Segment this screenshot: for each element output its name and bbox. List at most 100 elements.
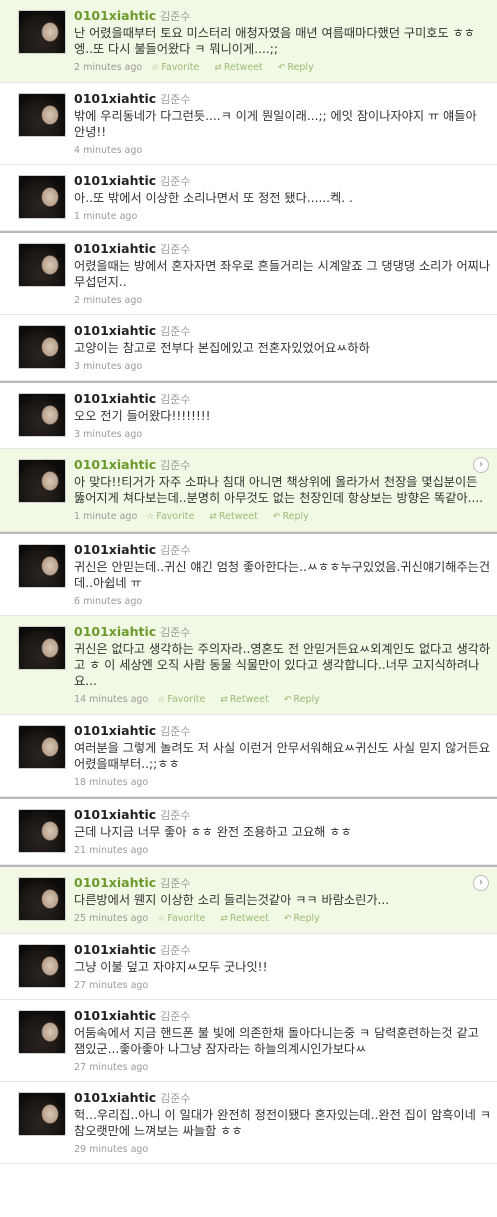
- tweet-item: 0101xiahtic 김준수 근데 나지금 너무 좋아 ㅎㅎ 완전 조용하고 고…: [0, 797, 497, 865]
- tweet-text: 헉...우리집..아니 이 일대가 완전히 정전이됐다 혼자있는데..완전 집이…: [74, 1108, 491, 1138]
- avatar[interactable]: [18, 10, 66, 54]
- retweet-button[interactable]: ⇄ Retweet: [209, 511, 263, 522]
- timestamp-link[interactable]: 3 minutes ago: [74, 429, 142, 440]
- expand-arrow-icon[interactable]: ›: [473, 875, 489, 891]
- retweet-button[interactable]: ⇄ Retweet: [220, 913, 274, 924]
- avatar[interactable]: [18, 725, 66, 769]
- expand-arrow-icon[interactable]: ›: [473, 457, 489, 473]
- retweet-button[interactable]: ⇄ Retweet: [214, 62, 268, 73]
- timestamp-link[interactable]: 1 minute ago: [74, 211, 137, 222]
- timestamp-link[interactable]: 18 minutes ago: [74, 777, 148, 788]
- avatar[interactable]: [18, 1010, 66, 1054]
- timestamp-link[interactable]: 1 minute ago: [74, 511, 137, 522]
- tweet-header: 0101xiahtic 김준수: [74, 391, 491, 407]
- tweet-text: 밖에 우리동네가 다그런듯....ㅋ 이게 뭔일이래...;; 에잇 잠이나자야…: [74, 109, 477, 139]
- timestamp-link[interactable]: 2 minutes ago: [74, 62, 142, 73]
- avatar[interactable]: [18, 877, 66, 921]
- avatar[interactable]: [18, 809, 66, 853]
- username-link[interactable]: 0101xiahtic: [74, 241, 156, 256]
- username-link[interactable]: 0101xiahtic: [74, 875, 156, 890]
- tweet-header: 0101xiahtic 김준수: [74, 1090, 491, 1106]
- username-link[interactable]: 0101xiahtic: [74, 8, 156, 23]
- timestamp-link[interactable]: 25 minutes ago: [74, 913, 148, 924]
- retweet-button[interactable]: ⇄ Retweet: [220, 694, 274, 705]
- retweet-label: Retweet: [223, 62, 263, 73]
- tweet-header: 0101xiahtic 김준수: [74, 457, 491, 473]
- tweet-header: 0101xiahtic 김준수: [74, 624, 491, 640]
- username-link[interactable]: 0101xiahtic: [74, 807, 156, 822]
- username-link[interactable]: 0101xiahtic: [74, 323, 156, 338]
- reply-label: Reply: [293, 694, 320, 705]
- reply-icon: ↶: [283, 695, 292, 705]
- avatar[interactable]: [18, 626, 66, 670]
- reply-button[interactable]: ↶ Reply: [284, 694, 326, 705]
- tweet-text: 어둠속에서 지금 핸드폰 불 빛에 의존한채 돌아다니는중 ㅋ 담력훈련하는것 …: [74, 1026, 479, 1056]
- reply-button[interactable]: ↶ Reply: [278, 62, 320, 73]
- timestamp-link[interactable]: 27 minutes ago: [74, 980, 148, 991]
- tweet-item: 0101xiahtic 김준수 밖에 우리동네가 다그런듯....ㅋ 이게 뭔일이…: [0, 83, 497, 165]
- timestamp-link[interactable]: 14 minutes ago: [74, 694, 148, 705]
- timestamp-link[interactable]: 27 minutes ago: [74, 1062, 148, 1073]
- tweet-text: 다른방에서 웬지 이상한 소리 들리는것같아 ㅋㅋ 바람소린가...: [74, 893, 390, 907]
- favorite-label: Favorite: [167, 694, 206, 705]
- real-name: 김준수: [160, 459, 191, 472]
- username-link[interactable]: 0101xiahtic: [74, 942, 156, 957]
- tweet-header: 0101xiahtic 김준수: [74, 942, 491, 958]
- favorite-button[interactable]: ☆ Favorite: [151, 62, 205, 73]
- tweet-header: 0101xiahtic 김준수: [74, 173, 491, 189]
- username-link[interactable]: 0101xiahtic: [74, 1090, 156, 1105]
- username-link[interactable]: 0101xiahtic: [74, 391, 156, 406]
- tweet-item: 0101xiahtic 김준수 귀신은 없다고 생각하는 주의자라..영혼도 전 …: [0, 616, 497, 715]
- username-link[interactable]: 0101xiahtic: [74, 173, 156, 188]
- favorite-button[interactable]: ☆ Favorite: [157, 913, 211, 924]
- tweet-header: 0101xiahtic 김준수: [74, 807, 491, 823]
- tweet-header: 0101xiahtic 김준수: [74, 542, 491, 558]
- timestamp-link[interactable]: 2 minutes ago: [74, 295, 142, 306]
- reply-icon: ↶: [283, 914, 292, 924]
- real-name: 김준수: [160, 175, 191, 188]
- username-link[interactable]: 0101xiahtic: [74, 723, 156, 738]
- avatar[interactable]: [18, 393, 66, 437]
- timestamp-link[interactable]: 3 minutes ago: [74, 361, 142, 372]
- retweet-icon: ⇄: [209, 512, 217, 522]
- tweet-meta: 1 minute ago ☆ Favorite ⇄ Retweet ↶ Reply: [74, 506, 491, 531]
- avatar[interactable]: [18, 544, 66, 588]
- tweet-header: 0101xiahtic 김준수: [74, 91, 491, 107]
- real-name: 김준수: [160, 93, 191, 106]
- avatar[interactable]: [18, 459, 66, 503]
- username-link[interactable]: 0101xiahtic: [74, 624, 156, 639]
- tweet-text: 근데 나지금 너무 좋아 ㅎㅎ 완전 조용하고 고요해 ㅎㅎ: [74, 825, 352, 839]
- real-name: 김준수: [160, 544, 191, 557]
- username-link[interactable]: 0101xiahtic: [74, 457, 156, 472]
- favorite-button[interactable]: ☆ Favorite: [157, 694, 211, 705]
- favorite-button[interactable]: ☆ Favorite: [146, 511, 200, 522]
- avatar[interactable]: [18, 1092, 66, 1136]
- timestamp-link[interactable]: 21 minutes ago: [74, 845, 148, 856]
- timestamp-link[interactable]: 4 minutes ago: [74, 145, 142, 156]
- reply-icon: ↶: [277, 63, 286, 73]
- timestamp-link[interactable]: 29 minutes ago: [74, 1144, 148, 1155]
- favorite-label: Favorite: [167, 913, 206, 924]
- real-name: 김준수: [160, 393, 191, 406]
- tweet-text: 아 맞다!!티거가 자주 소파나 침대 아니면 책상위에 올라가서 천장을 몇십…: [74, 475, 484, 505]
- username-link[interactable]: 0101xiahtic: [74, 542, 156, 557]
- avatar[interactable]: [18, 175, 66, 219]
- tweet-text: 고양이는 참고로 전부다 본집에있고 전혼자있었어요ㅆ하하: [74, 341, 370, 355]
- avatar[interactable]: [18, 944, 66, 988]
- avatar[interactable]: [18, 93, 66, 137]
- tweet-meta: 6 minutes ago: [74, 591, 491, 615]
- tweet-meta: 1 minute ago: [74, 206, 491, 230]
- username-link[interactable]: 0101xiahtic: [74, 91, 156, 106]
- avatar[interactable]: [18, 325, 66, 369]
- tweet-header: 0101xiahtic 김준수: [74, 1008, 491, 1024]
- avatar[interactable]: [18, 243, 66, 287]
- reply-button[interactable]: ↶ Reply: [273, 511, 315, 522]
- reply-label: Reply: [293, 913, 320, 924]
- timestamp-link[interactable]: 6 minutes ago: [74, 596, 142, 607]
- real-name: 김준수: [160, 1010, 191, 1023]
- tweet-actions: ☆ Favorite ⇄ Retweet ↶ Reply: [157, 913, 331, 924]
- username-link[interactable]: 0101xiahtic: [74, 1008, 156, 1023]
- reply-button[interactable]: ↶ Reply: [284, 913, 326, 924]
- tweet-item: 0101xiahtic 김준수 오오 전기 들어왔다!!!!!!!! 3 minu…: [0, 381, 497, 449]
- tweet-item: 0101xiahtic 김준수 헉...우리집..아니 이 일대가 완전히 정전이…: [0, 1082, 497, 1164]
